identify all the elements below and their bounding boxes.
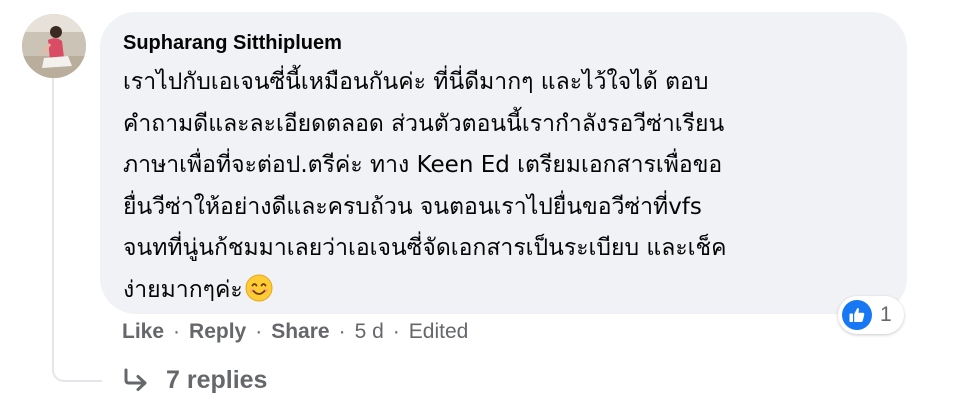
comment-bubble: Supharang Sitthipluem เราไปกับเอเจนซี่นี… xyxy=(100,12,907,314)
avatar[interactable] xyxy=(22,14,86,78)
comment-text-line: ยื่นวีซ่าให้อย่างดีและครบถ้วน จนตอนเราไป… xyxy=(123,193,702,220)
thumbs-up-icon xyxy=(842,300,872,330)
reply-arrow-icon xyxy=(124,368,147,391)
replies-count-label: 7 replies xyxy=(166,365,268,394)
view-replies-button[interactable]: 7 replies xyxy=(122,362,267,398)
reaction-summary[interactable]: 1 xyxy=(838,296,904,334)
comment-text-line: ง่ายมากๆค่ะ xyxy=(123,276,243,303)
smiling-face-emoji-icon xyxy=(245,274,273,302)
separator-dot: · xyxy=(255,320,263,343)
separator-dot: · xyxy=(392,320,400,343)
separator-dot: · xyxy=(173,320,181,343)
comment-actions: Like · Reply · Share · 5 d · Edited xyxy=(122,318,468,346)
comment-timestamp[interactable]: 5 d xyxy=(355,320,384,344)
comment-text-line: เราไปกับเอเจนซี่นี้เหมือนกันค่ะ ที่นี่ดี… xyxy=(123,69,709,95)
comment-text-line: จนทที่นู่นก้ชมมาเลยว่าเอเจนซี่จัดเอกสารเ… xyxy=(123,235,727,262)
reply-button[interactable]: Reply xyxy=(189,320,246,344)
comment-text-line: คำถามดีและละเอียดตลอด ส่วนตัวตอนนี้เรากำ… xyxy=(123,110,725,137)
like-button[interactable]: Like xyxy=(122,320,164,344)
comment-author-name[interactable]: Supharang Sitthipluem xyxy=(123,32,342,55)
share-button[interactable]: Share xyxy=(271,320,329,344)
comment-text-line: ภาษาเพื่อที่จะต่อป.ตรีค่ะ ทาง Keen Ed เต… xyxy=(123,152,723,179)
reaction-count: 1 xyxy=(880,303,892,326)
edited-label[interactable]: Edited xyxy=(409,320,469,344)
comment-text: เราไปกับเอเจนซี่นี้เหมือนกันค่ะ ที่นี่ดี… xyxy=(123,62,883,312)
thread-connector-line xyxy=(52,70,102,382)
separator-dot: · xyxy=(338,320,346,343)
comment-text-last-line: ง่ายมากๆค่ะ xyxy=(123,270,883,312)
